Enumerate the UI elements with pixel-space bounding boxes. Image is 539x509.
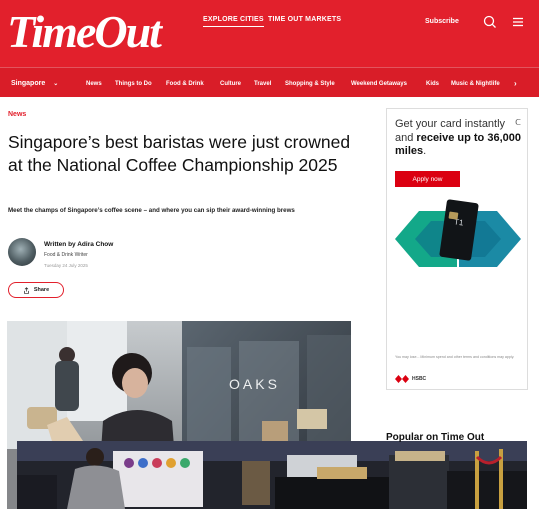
city-label: Singapore [11,80,46,87]
chevron-down-icon: ⌄ [53,81,59,87]
publish-date: Tuesday 24 July 2025 [44,263,88,268]
author-avatar[interactable] [8,238,36,266]
credit-card-image: T1 [395,199,521,267]
hsbc-advertisement[interactable]: ᑕ Get your card instantly and receive up… [386,108,528,390]
oaks-sign: OAKS [229,376,280,392]
site-header: TimeOut EXPLORE CITIES TIME OUT MARKETS … [0,0,539,67]
share-icon [23,286,29,294]
nav-item-food-drink[interactable]: Food & Drink [166,81,204,87]
subscribe-link[interactable]: Subscribe [425,18,459,25]
apply-now-button[interactable]: Apply now [395,171,460,187]
chevron-right-icon[interactable]: › [514,79,517,88]
hsbc-logo: HSBC [395,375,426,383]
explore-cities-link[interactable]: EXPLORE CITIES [203,16,264,27]
nav-item-weekend-getaways[interactable]: Weekend Getaways [351,81,407,87]
nav-item-music-nightlife[interactable]: Music & Nightlife [451,81,500,87]
nav-item-things-to-do[interactable]: Things to Do [115,81,152,87]
time-out-markets-link[interactable]: TIME OUT MARKETS [268,16,341,23]
author-role: Food & Drink Writer [44,252,88,258]
popular-heading: Popular on Time Out [386,432,485,443]
nav-item-news[interactable]: News [86,81,102,87]
hamburger-menu-icon[interactable] [510,14,526,30]
competition-scene [17,441,527,509]
section-nav: Singapore ⌄ News Things to Do Food & Dri… [0,67,539,97]
article-headline: Singapore’s best baristas were just crow… [8,132,351,175]
ad-period: . [423,145,427,157]
ad-headline: Get your card instantly and receive up t… [395,118,523,159]
city-selector[interactable]: Singapore ⌄ [11,80,58,87]
nav-item-shopping-style[interactable]: Shopping & Style [285,81,335,87]
timeout-logo[interactable]: TimeOut [7,4,162,60]
nav-item-kids[interactable]: Kids [426,81,439,87]
hsbc-label: HSBC [412,376,427,382]
hsbc-hexagon-icon [395,375,409,383]
article-dek: Meet the champs of Singapore’s coffee sc… [8,207,295,214]
nav-item-travel[interactable]: Travel [254,81,271,87]
ad-fine-print: You may lose... Minimum spend and other … [395,355,515,359]
search-icon[interactable] [482,14,498,30]
share-button[interactable]: Share [8,282,64,298]
author-name[interactable]: Written by Adira Chow [44,241,113,248]
competition-photo [17,441,527,509]
share-label: Share [33,287,50,293]
article-kicker[interactable]: News [8,111,26,118]
nav-item-culture[interactable]: Culture [220,81,241,87]
